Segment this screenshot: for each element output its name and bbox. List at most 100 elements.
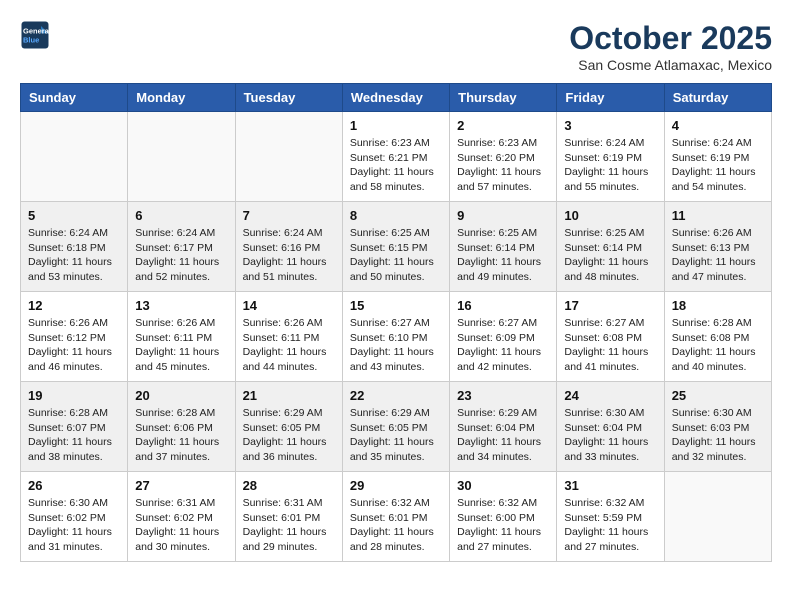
day-number: 10 — [564, 208, 656, 223]
calendar-day-cell: 16 Sunrise: 6:27 AM Sunset: 6:09 PM Dayli… — [450, 292, 557, 382]
calendar-day-cell: 18 Sunrise: 6:28 AM Sunset: 6:08 PM Dayli… — [664, 292, 771, 382]
day-number: 20 — [135, 388, 227, 403]
calendar-week-row: 12 Sunrise: 6:26 AM Sunset: 6:12 PM Dayli… — [21, 292, 772, 382]
weekday-header-monday: Monday — [128, 84, 235, 112]
weekday-header-thursday: Thursday — [450, 84, 557, 112]
day-number: 14 — [243, 298, 335, 313]
day-info: Sunrise: 6:24 AM Sunset: 6:19 PM Dayligh… — [564, 136, 656, 195]
calendar-day-cell: 17Sunrise: 6:27 AM Sunset: 6:08 PM Dayli… — [557, 292, 664, 382]
day-info: Sunrise: 6:28 AM Sunset: 6:08 PM Dayligh… — [672, 316, 764, 375]
calendar-day-cell: 8 Sunrise: 6:25 AM Sunset: 6:15 PM Daylig… — [342, 202, 449, 292]
day-number: 29 — [350, 478, 442, 493]
day-info: Sunrise: 6:23 AM Sunset: 6:20 PM Dayligh… — [457, 136, 549, 195]
location: San Cosme Atlamaxac, Mexico — [569, 57, 772, 73]
weekday-header-wednesday: Wednesday — [342, 84, 449, 112]
day-info: Sunrise: 6:29 AM Sunset: 6:05 PM Dayligh… — [350, 406, 442, 465]
weekday-header-tuesday: Tuesday — [235, 84, 342, 112]
day-info: Sunrise: 6:26 AM Sunset: 6:12 PM Dayligh… — [28, 316, 120, 375]
calendar-day-cell: 22 Sunrise: 6:29 AM Sunset: 6:05 PM Dayli… — [342, 382, 449, 472]
day-info: Sunrise: 6:25 AM Sunset: 6:15 PM Dayligh… — [350, 226, 442, 285]
day-number: 3 — [564, 118, 656, 133]
day-info: Sunrise: 6:24 AM Sunset: 6:18 PM Dayligh… — [28, 226, 120, 285]
day-info: Sunrise: 6:28 AM Sunset: 6:07 PM Dayligh… — [28, 406, 120, 465]
day-number: 23 — [457, 388, 549, 403]
day-info: Sunrise: 6:26 AM Sunset: 6:11 PM Dayligh… — [243, 316, 335, 375]
calendar-day-cell: 9 Sunrise: 6:25 AM Sunset: 6:14 PM Daylig… — [450, 202, 557, 292]
day-number: 12 — [28, 298, 120, 313]
day-info: Sunrise: 6:32 AM Sunset: 6:01 PM Dayligh… — [350, 496, 442, 555]
day-number: 18 — [672, 298, 764, 313]
weekday-header-saturday: Saturday — [664, 84, 771, 112]
day-number: 25 — [672, 388, 764, 403]
calendar-header-row: SundayMondayTuesdayWednesdayThursdayFrid… — [21, 84, 772, 112]
calendar-day-cell: 24 Sunrise: 6:30 AM Sunset: 6:04 PM Dayli… — [557, 382, 664, 472]
day-number: 8 — [350, 208, 442, 223]
calendar-day-cell: 28Sunrise: 6:31 AM Sunset: 6:01 PM Dayli… — [235, 472, 342, 562]
day-info: Sunrise: 6:25 AM Sunset: 6:14 PM Dayligh… — [457, 226, 549, 285]
day-number: 21 — [243, 388, 335, 403]
day-info: Sunrise: 6:29 AM Sunset: 6:04 PM Dayligh… — [457, 406, 549, 465]
day-number: 9 — [457, 208, 549, 223]
day-number: 17 — [564, 298, 656, 313]
calendar-day-cell: 3 Sunrise: 6:24 AM Sunset: 6:19 PM Daylig… — [557, 112, 664, 202]
day-number: 6 — [135, 208, 227, 223]
calendar-day-cell: 29 Sunrise: 6:32 AM Sunset: 6:01 PM Dayli… — [342, 472, 449, 562]
day-number: 22 — [350, 388, 442, 403]
calendar-day-cell: 27 Sunrise: 6:31 AM Sunset: 6:02 PM Dayli… — [128, 472, 235, 562]
calendar-day-cell — [664, 472, 771, 562]
calendar-week-row: 19 Sunrise: 6:28 AM Sunset: 6:07 PM Dayli… — [21, 382, 772, 472]
day-info: Sunrise: 6:30 AM Sunset: 6:04 PM Dayligh… — [564, 406, 656, 465]
calendar-day-cell: 30Sunrise: 6:32 AM Sunset: 6:00 PM Dayli… — [450, 472, 557, 562]
logo: General Blue — [20, 20, 50, 50]
calendar-day-cell: 4 Sunrise: 6:24 AM Sunset: 6:19 PM Daylig… — [664, 112, 771, 202]
weekday-header-friday: Friday — [557, 84, 664, 112]
title-section: October 2025 San Cosme Atlamaxac, Mexico — [569, 20, 772, 73]
day-info: Sunrise: 6:26 AM Sunset: 6:11 PM Dayligh… — [135, 316, 227, 375]
calendar-day-cell: 7 Sunrise: 6:24 AM Sunset: 6:16 PM Daylig… — [235, 202, 342, 292]
day-number: 5 — [28, 208, 120, 223]
day-info: Sunrise: 6:31 AM Sunset: 6:02 PM Dayligh… — [135, 496, 227, 555]
calendar-day-cell — [235, 112, 342, 202]
calendar-day-cell: 26 Sunrise: 6:30 AM Sunset: 6:02 PM Dayli… — [21, 472, 128, 562]
calendar-day-cell: 23 Sunrise: 6:29 AM Sunset: 6:04 PM Dayli… — [450, 382, 557, 472]
day-number: 4 — [672, 118, 764, 133]
day-info: Sunrise: 6:31 AM Sunset: 6:01 PM Dayligh… — [243, 496, 335, 555]
day-number: 19 — [28, 388, 120, 403]
day-info: Sunrise: 6:25 AM Sunset: 6:14 PM Dayligh… — [564, 226, 656, 285]
calendar-day-cell: 1 Sunrise: 6:23 AM Sunset: 6:21 PM Daylig… — [342, 112, 449, 202]
day-info: Sunrise: 6:28 AM Sunset: 6:06 PM Dayligh… — [135, 406, 227, 465]
calendar-day-cell: 11Sunrise: 6:26 AM Sunset: 6:13 PM Dayli… — [664, 202, 771, 292]
day-number: 27 — [135, 478, 227, 493]
svg-text:Blue: Blue — [23, 36, 39, 45]
day-number: 1 — [350, 118, 442, 133]
day-number: 26 — [28, 478, 120, 493]
calendar-day-cell: 14 Sunrise: 6:26 AM Sunset: 6:11 PM Dayli… — [235, 292, 342, 382]
day-info: Sunrise: 6:24 AM Sunset: 6:16 PM Dayligh… — [243, 226, 335, 285]
day-info: Sunrise: 6:24 AM Sunset: 6:19 PM Dayligh… — [672, 136, 764, 195]
day-info: Sunrise: 6:24 AM Sunset: 6:17 PM Dayligh… — [135, 226, 227, 285]
day-info: Sunrise: 6:30 AM Sunset: 6:02 PM Dayligh… — [28, 496, 120, 555]
day-info: Sunrise: 6:29 AM Sunset: 6:05 PM Dayligh… — [243, 406, 335, 465]
calendar-day-cell: 20 Sunrise: 6:28 AM Sunset: 6:06 PM Dayli… — [128, 382, 235, 472]
calendar-day-cell: 2 Sunrise: 6:23 AM Sunset: 6:20 PM Daylig… — [450, 112, 557, 202]
day-info: Sunrise: 6:23 AM Sunset: 6:21 PM Dayligh… — [350, 136, 442, 195]
day-number: 24 — [564, 388, 656, 403]
calendar-day-cell — [21, 112, 128, 202]
calendar-week-row: 1 Sunrise: 6:23 AM Sunset: 6:21 PM Daylig… — [21, 112, 772, 202]
day-number: 13 — [135, 298, 227, 313]
calendar-week-row: 26 Sunrise: 6:30 AM Sunset: 6:02 PM Dayli… — [21, 472, 772, 562]
calendar-day-cell: 6 Sunrise: 6:24 AM Sunset: 6:17 PM Daylig… — [128, 202, 235, 292]
day-number: 16 — [457, 298, 549, 313]
calendar-day-cell: 21 Sunrise: 6:29 AM Sunset: 6:05 PM Dayli… — [235, 382, 342, 472]
page-header: General Blue October 2025 San Cosme Atla… — [20, 20, 772, 73]
day-number: 30 — [457, 478, 549, 493]
day-info: Sunrise: 6:27 AM Sunset: 6:09 PM Dayligh… — [457, 316, 549, 375]
calendar-day-cell: 5 Sunrise: 6:24 AM Sunset: 6:18 PM Daylig… — [21, 202, 128, 292]
calendar-day-cell: 13 Sunrise: 6:26 AM Sunset: 6:11 PM Dayli… — [128, 292, 235, 382]
calendar-table: SundayMondayTuesdayWednesdayThursdayFrid… — [20, 83, 772, 562]
calendar-day-cell: 25Sunrise: 6:30 AM Sunset: 6:03 PM Dayli… — [664, 382, 771, 472]
day-number: 7 — [243, 208, 335, 223]
calendar-day-cell: 15Sunrise: 6:27 AM Sunset: 6:10 PM Dayli… — [342, 292, 449, 382]
day-number: 2 — [457, 118, 549, 133]
day-number: 11 — [672, 208, 764, 223]
